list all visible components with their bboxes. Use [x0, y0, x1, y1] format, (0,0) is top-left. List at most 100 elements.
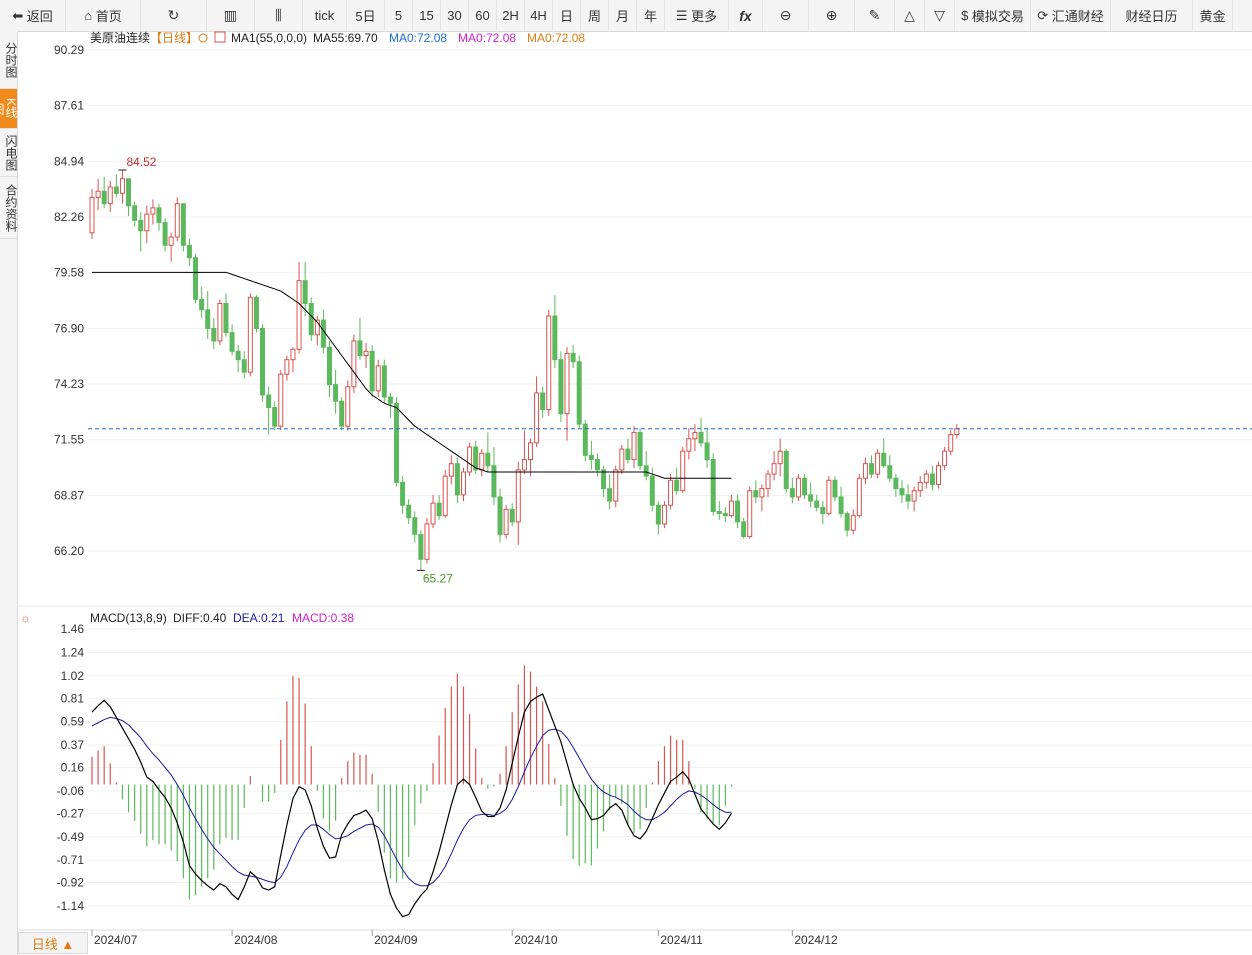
candle-body: [156, 207, 162, 223]
macd-y-tick-label: 0.59: [61, 715, 85, 729]
candle-body: [631, 431, 637, 460]
candle-body: [521, 458, 527, 471]
macd-y-tick-label: -0.49: [57, 830, 85, 844]
candle-body: [229, 332, 235, 352]
candle-body: [649, 475, 655, 506]
candle-body: [698, 431, 704, 444]
candle-body: [260, 327, 266, 396]
candle-body: [881, 452, 887, 467]
candle-body: [917, 481, 923, 492]
candle-body: [424, 523, 430, 560]
candle-body: [400, 481, 406, 506]
candle-body: [320, 319, 326, 348]
candle-body: [527, 442, 533, 460]
candle-body: [607, 488, 613, 502]
x-tick-label: 2024/07: [94, 933, 138, 947]
candle-body: [661, 504, 667, 525]
candle-body: [454, 463, 460, 496]
candle-body: [223, 303, 229, 334]
candle-body: [680, 450, 686, 492]
candle-body: [655, 504, 661, 525]
y-tick-label: 79.58: [54, 266, 84, 280]
candle-body: [674, 479, 680, 492]
candle-body: [747, 490, 753, 537]
candle-body: [948, 434, 954, 452]
candle-body: [613, 469, 619, 502]
candle-body: [174, 203, 180, 238]
candle-body: [89, 196, 95, 234]
candle-body: [686, 438, 692, 452]
candle-body: [850, 515, 856, 531]
candle-body: [205, 309, 211, 329]
candle-body: [722, 513, 728, 517]
candle-body: [832, 479, 838, 498]
ma-toggle-icon[interactable]: [214, 31, 226, 43]
candle-body: [272, 407, 278, 427]
candle-body: [144, 213, 150, 232]
candle-body: [296, 280, 302, 350]
candle-body: [564, 352, 570, 415]
candle-body: [290, 348, 296, 361]
candle-body: [150, 207, 156, 215]
candle-body: [503, 508, 509, 535]
candle-body: [844, 513, 850, 531]
candle-body: [710, 458, 716, 512]
candle-body: [308, 303, 314, 336]
candle-body: [802, 477, 808, 496]
candle-body: [509, 508, 515, 523]
candle-body: [716, 510, 722, 515]
candle-body: [838, 496, 844, 515]
candle-body: [278, 373, 284, 427]
candle-body: [339, 400, 345, 427]
candle-body: [540, 392, 546, 411]
candle-body: [217, 303, 223, 342]
candle-body: [199, 298, 205, 311]
candle-body: [637, 431, 643, 467]
high-price-label: 84.52: [126, 155, 156, 169]
candle-body: [789, 488, 795, 498]
candle-body: [594, 458, 600, 471]
candle-body: [826, 479, 832, 515]
candle-body: [363, 350, 369, 357]
candle-body: [497, 496, 503, 535]
candle-body: [479, 452, 485, 471]
candle-body: [369, 350, 375, 392]
candle-body: [467, 446, 473, 473]
y-tick-label: 84.94: [54, 154, 84, 168]
macd-settings-icon[interactable]: ☼: [20, 611, 31, 625]
candle-body: [162, 221, 168, 246]
candle-body: [126, 178, 132, 207]
candle-body: [899, 488, 905, 496]
y-tick-label: 82.26: [54, 210, 84, 224]
candle-body: [869, 463, 875, 475]
candle-body: [735, 500, 741, 523]
macd-title: MACD(13,8,9): [90, 611, 167, 625]
candle-body: [552, 315, 558, 361]
period-select-button[interactable]: 日线 ▲: [18, 932, 88, 954]
candle-body: [351, 340, 357, 388]
candle-body: [442, 475, 448, 517]
candle-body: [485, 452, 491, 467]
candle-body: [856, 477, 862, 517]
candle-body: [302, 280, 308, 305]
candle-body: [247, 296, 253, 373]
candle-body: [771, 463, 777, 475]
candle-body: [795, 477, 801, 498]
macd-y-tick-label: -0.92: [57, 876, 85, 890]
macd-y-tick-label: -0.06: [57, 784, 85, 798]
candle-body: [820, 506, 826, 515]
macd-y-tick-label: 1.46: [61, 622, 85, 636]
candle-body: [101, 190, 107, 205]
legend-ma0-magenta: MA0:72.08: [458, 31, 516, 45]
candle-body: [387, 396, 393, 404]
chart-canvas[interactable]: 美原油连续 【日线】 MA1(55,0,0,0) MA55:69.70 MA0:…: [0, 0, 1252, 955]
candle-body: [107, 186, 113, 205]
y-tick-label: 76.90: [54, 321, 84, 335]
legend-ma0-blue: MA0:72.08: [389, 31, 447, 45]
x-tick-label: 2024/09: [374, 933, 418, 947]
candle-body: [625, 448, 631, 460]
settings-gear-icon[interactable]: [198, 33, 208, 43]
macd-y-tick-label: 0.81: [61, 691, 85, 705]
candle-body: [406, 504, 412, 519]
candle-body: [942, 450, 948, 467]
